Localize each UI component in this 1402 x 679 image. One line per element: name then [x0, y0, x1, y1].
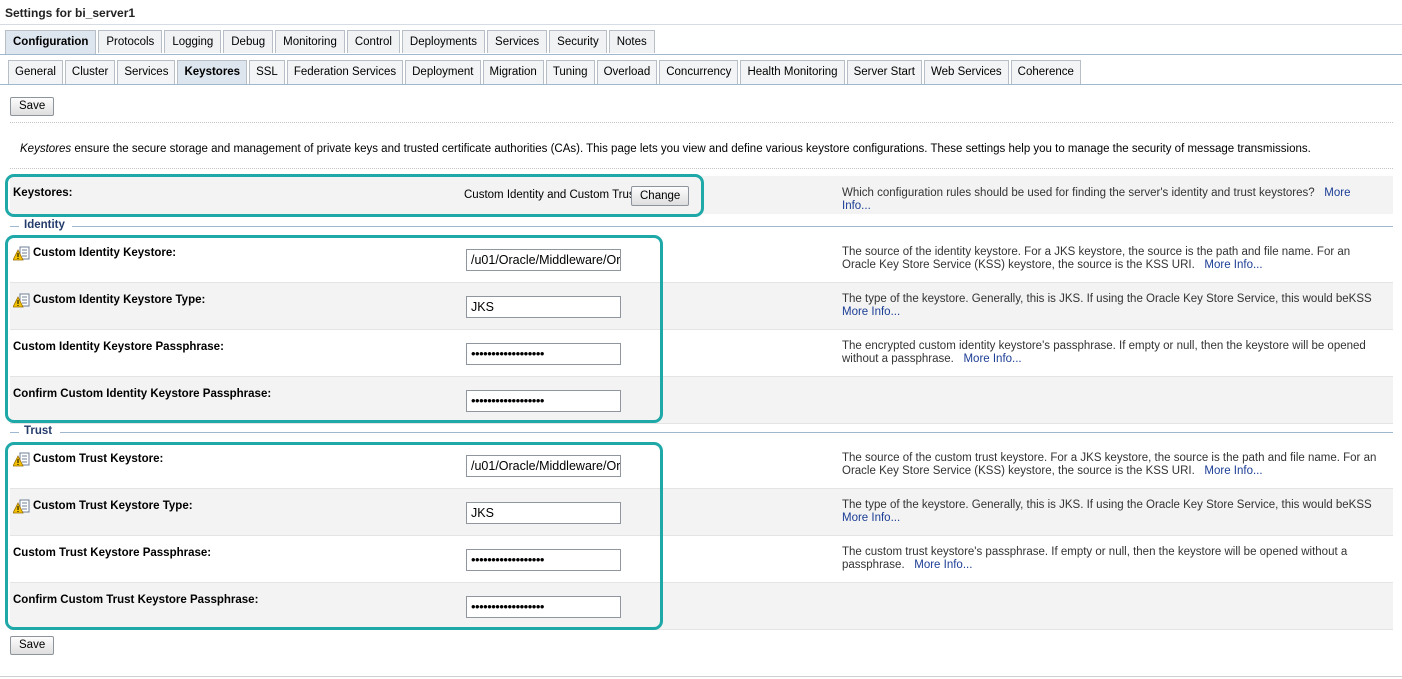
subtab-federation-services[interactable]: Federation Services — [286, 60, 404, 84]
sub-tabs: General Cluster Services Keystores SSL F… — [8, 60, 1081, 85]
subtab-server-start[interactable]: Server Start — [846, 60, 922, 84]
page-title: Settings for bi_server1 — [5, 6, 136, 20]
subtab-migration[interactable]: Migration — [482, 60, 544, 84]
trust-section-header: Trust — [10, 425, 1393, 439]
restart-required-icon — [13, 293, 30, 308]
identity-passphrase-input[interactable]: •••••••••••••••••• — [466, 343, 621, 365]
subtab-ssl[interactable]: SSL — [249, 60, 285, 84]
tab-debug[interactable]: Debug — [223, 30, 274, 53]
trust-keystore-row: Custom Trust Keystore: /u01/Oracle/Middl… — [10, 442, 1393, 489]
subtab-coherence[interactable]: Coherence — [1010, 60, 1081, 84]
identity-passphrase-help: The encrypted custom identity keystore's… — [842, 340, 1366, 365]
identity-keystore-help: The source of the identity keystore. For… — [842, 246, 1351, 271]
subtab-concurrency[interactable]: Concurrency — [659, 60, 739, 84]
subtab-web-services[interactable]: Web Services — [923, 60, 1009, 84]
more-info-link[interactable]: More Info... — [963, 353, 1021, 365]
more-info-link[interactable]: More Info... — [842, 512, 900, 524]
identity-section-title: Identity — [24, 219, 65, 231]
subtab-deployment[interactable]: Deployment — [405, 60, 481, 84]
intro-text: Keystores ensure the secure storage and … — [20, 143, 1311, 155]
trust-type-help: The type of the keystore. Generally, thi… — [842, 499, 1372, 524]
keystores-label: Keystores: — [13, 187, 73, 199]
identity-type-help: The type of the keystore. Generally, thi… — [842, 293, 1372, 318]
trust-confirm-label: Confirm Custom Trust Keystore Passphrase… — [13, 594, 259, 606]
subtab-overload[interactable]: Overload — [596, 60, 658, 84]
trust-keystore-input[interactable]: /u01/Oracle/Middleware/Oracle_Home/user_… — [466, 455, 621, 477]
save-button-top[interactable]: Save — [10, 97, 55, 116]
subtab-cluster[interactable]: Cluster — [64, 60, 116, 84]
title-bar: Settings for bi_server1 — [0, 0, 1402, 25]
main-tabs-divider — [0, 54, 1402, 55]
identity-type-label: Custom Identity Keystore Type: — [33, 294, 206, 306]
identity-keystore-input[interactable]: /u01/Oracle/Middleware/Oracle_Home/user_… — [466, 249, 621, 271]
subtab-health-monitoring[interactable]: Health Monitoring — [740, 60, 845, 84]
restart-required-icon — [13, 499, 30, 514]
trust-passphrase-label: Custom Trust Keystore Passphrase: — [13, 547, 212, 559]
subtab-services[interactable]: Services — [117, 60, 176, 84]
subtab-tuning[interactable]: Tuning — [545, 60, 595, 84]
more-info-link[interactable]: More Info... — [914, 559, 972, 571]
trust-keystore-label: Custom Trust Keystore: — [33, 453, 164, 465]
restart-required-icon — [13, 452, 30, 467]
identity-passphrase-label: Custom Identity Keystore Passphrase: — [13, 341, 224, 353]
trust-type-label: Custom Trust Keystore Type: — [33, 500, 193, 512]
intro-body: ensure the secure storage and management… — [71, 143, 1311, 155]
main-tabs: Configuration Protocols Logging Debug Mo… — [5, 30, 655, 55]
change-button[interactable]: Change — [631, 186, 690, 206]
trust-passphrase-help: The custom trust keystore's passphrase. … — [842, 546, 1348, 571]
save-button-bottom[interactable]: Save — [10, 636, 55, 655]
bottom-divider — [0, 676, 1402, 677]
keystores-value: Custom Identity and Custom Trust — [464, 189, 638, 201]
identity-keystore-label: Custom Identity Keystore: — [33, 247, 177, 259]
identity-type-row: Custom Identity Keystore Type: JKS The t… — [10, 283, 1393, 330]
divider — [10, 122, 1393, 123]
keystores-row: Keystores: Custom Identity and Custom Tr… — [10, 176, 1393, 214]
tab-deployments[interactable]: Deployments — [401, 30, 486, 53]
restart-required-icon — [13, 246, 30, 261]
tab-notes[interactable]: Notes — [608, 30, 655, 53]
tab-services[interactable]: Services — [487, 30, 548, 53]
tab-configuration[interactable]: Configuration — [5, 30, 97, 55]
trust-type-input[interactable]: JKS — [466, 502, 621, 524]
identity-passphrase-row: Custom Identity Keystore Passphrase: •••… — [10, 330, 1393, 377]
identity-confirm-input[interactable]: •••••••••••••••••• — [466, 390, 621, 412]
identity-confirm-row: Confirm Custom Identity Keystore Passphr… — [10, 377, 1393, 424]
more-info-link[interactable]: More Info... — [1204, 259, 1262, 271]
trust-type-row: Custom Trust Keystore Type: JKS The type… — [10, 489, 1393, 536]
keystores-help: Which configuration rules should be used… — [842, 187, 1351, 212]
subtab-general[interactable]: General — [8, 60, 63, 84]
trust-passphrase-row: Custom Trust Keystore Passphrase: ••••••… — [10, 536, 1393, 583]
trust-confirm-input[interactable]: •••••••••••••••••• — [466, 596, 621, 618]
trust-passphrase-input[interactable]: •••••••••••••••••• — [466, 549, 621, 571]
tab-monitoring[interactable]: Monitoring — [275, 30, 345, 53]
identity-keystore-row: Custom Identity Keystore: /u01/Oracle/Mi… — [10, 236, 1393, 283]
sub-tabs-divider — [0, 84, 1402, 85]
tab-logging[interactable]: Logging — [164, 30, 222, 53]
divider — [10, 168, 1393, 169]
subtab-keystores[interactable]: Keystores — [177, 60, 248, 85]
identity-type-input[interactable]: JKS — [466, 296, 621, 318]
more-info-link[interactable]: More Info... — [842, 306, 900, 318]
intro-keyword: Keystores — [20, 143, 72, 155]
trust-keystore-help: The source of the custom trust keystore.… — [842, 452, 1377, 477]
trust-section-title: Trust — [24, 425, 53, 437]
tab-control[interactable]: Control — [346, 30, 400, 53]
tab-protocols[interactable]: Protocols — [98, 30, 163, 53]
more-info-link[interactable]: More Info... — [1204, 465, 1262, 477]
identity-section-header: Identity — [10, 219, 1393, 233]
tab-security[interactable]: Security — [549, 30, 607, 53]
trust-confirm-row: Confirm Custom Trust Keystore Passphrase… — [10, 583, 1393, 630]
identity-confirm-label: Confirm Custom Identity Keystore Passphr… — [13, 388, 272, 400]
